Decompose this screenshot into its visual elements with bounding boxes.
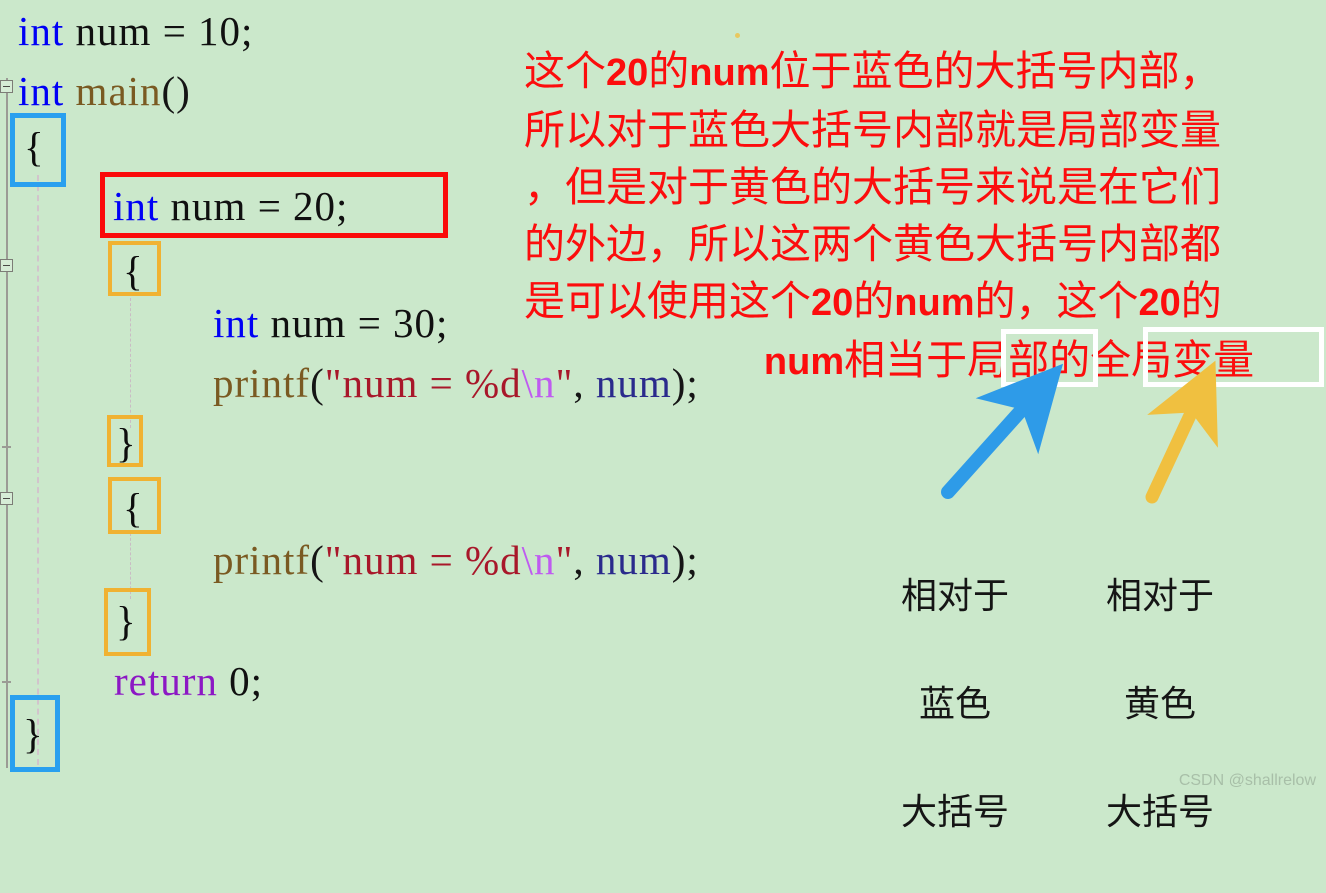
ann-var-num: num <box>763 341 845 383</box>
red-declaration-box <box>100 172 448 238</box>
annotation-line-5: 是可以使用这个20的num的，这个20的 <box>524 273 1324 332</box>
legend-blue-brace: 相对于 蓝色 大括号 <box>875 515 1035 893</box>
csdn-watermark: CSDN @shallrelow <box>1178 772 1316 789</box>
white-box-local <box>1001 329 1098 387</box>
fold-rail <box>6 78 8 768</box>
token-parens: () <box>161 68 191 114</box>
legend-line-2: 蓝色 <box>918 684 991 724</box>
annotation-line-1: 这个20的num位于蓝色的大括号内部， <box>524 43 1324 102</box>
ann-seg: 的 <box>648 48 690 94</box>
token-string-quote-close: " <box>555 537 574 583</box>
fold-toggle-block-1[interactable] <box>0 259 13 272</box>
token-keyword-int: int <box>18 68 65 114</box>
yellow-brace-box-close-2 <box>104 588 151 656</box>
token-keyword-int: int <box>213 300 260 346</box>
legend-yellow-brace: 相对于 黄色 大括号 <box>1080 515 1240 893</box>
token-keyword-return: return <box>114 658 218 704</box>
screenshot-canvas: int num = 10; int main() { int num = 20;… <box>0 0 1326 832</box>
blue-brace-box-open <box>10 113 66 187</box>
stray-dot <box>735 33 740 38</box>
fold-toggle-block-2[interactable] <box>0 492 13 505</box>
ann-num-20: 20 <box>606 52 649 94</box>
token-function-printf: printf <box>213 537 311 583</box>
token-function-main: main <box>75 68 162 114</box>
white-box-global-variable <box>1143 327 1324 387</box>
code-line-6[interactable]: int num = 30; <box>213 300 448 346</box>
ann-var-num: num <box>689 52 770 94</box>
annotation-line-4: 的外边，所以这两个黄色大括号内部都 <box>524 221 1221 267</box>
indent-guide-outer <box>37 175 39 765</box>
token-variable-num: num <box>595 537 672 583</box>
token-paren-open: ( <box>310 360 325 406</box>
ann-seg: 这个 <box>524 48 606 94</box>
yellow-arrow <box>1145 360 1218 504</box>
indent-guide-block-1 <box>130 298 131 428</box>
ann-seg: 位于蓝色的大括号内部， <box>769 48 1221 94</box>
blue-brace-box-close <box>10 695 60 772</box>
ann-num-20: 20 <box>1138 282 1181 324</box>
token-escape-newline: \n <box>521 537 556 583</box>
yellow-brace-box-open-1 <box>108 241 161 296</box>
blue-arrow <box>941 363 1064 499</box>
token-paren-open: ( <box>310 537 325 583</box>
ann-var-num: num <box>894 282 975 324</box>
legend-line-1: 相对于 <box>900 576 1009 616</box>
ann-seg: 的 <box>1180 278 1222 324</box>
ann-seg: 的 <box>853 278 895 324</box>
token-return-value: 0; <box>217 658 264 704</box>
fold-end-tick-1 <box>2 446 11 448</box>
legend-line-2: 黄色 <box>1123 684 1196 724</box>
ann-seg: 相当于 <box>844 337 968 383</box>
code-line-1[interactable]: int num = 10; <box>18 8 253 54</box>
fold-toggle-main[interactable] <box>0 80 13 93</box>
yellow-brace-box-open-2 <box>108 477 161 534</box>
code-line-12[interactable]: return 0; <box>114 658 263 704</box>
token-string-literal: "num = %d <box>324 537 522 583</box>
ann-seg: 是可以使用这个 <box>524 278 811 324</box>
yellow-brace-box-close-1 <box>107 415 143 467</box>
ann-num-20: 20 <box>811 282 854 324</box>
annotation-line-3: ，但是对于黄色的大括号来说是在它们 <box>524 164 1221 210</box>
legend-line-1: 相对于 <box>1105 576 1214 616</box>
code-line-10[interactable]: printf("num = %d\n", num); <box>213 537 699 583</box>
token-decl-rest: num = 10; <box>64 8 254 54</box>
ann-seg: 的，这个 <box>974 278 1139 324</box>
token-paren-close: ); <box>671 537 699 583</box>
token-keyword-int: int <box>18 8 65 54</box>
token-comma: , <box>573 537 596 583</box>
token-function-printf: printf <box>213 360 311 406</box>
legend-line-3: 大括号 <box>900 792 1009 832</box>
annotation-line-2: 所以对于蓝色大括号内部就是局部变量 <box>524 107 1221 153</box>
token-decl-rest: num = 30; <box>259 300 449 346</box>
token-string-literal: "num = %d <box>324 360 522 406</box>
fold-end-tick-2 <box>2 681 11 683</box>
code-line-2[interactable]: int main() <box>18 68 191 114</box>
legend-line-3: 大括号 <box>1105 792 1214 832</box>
